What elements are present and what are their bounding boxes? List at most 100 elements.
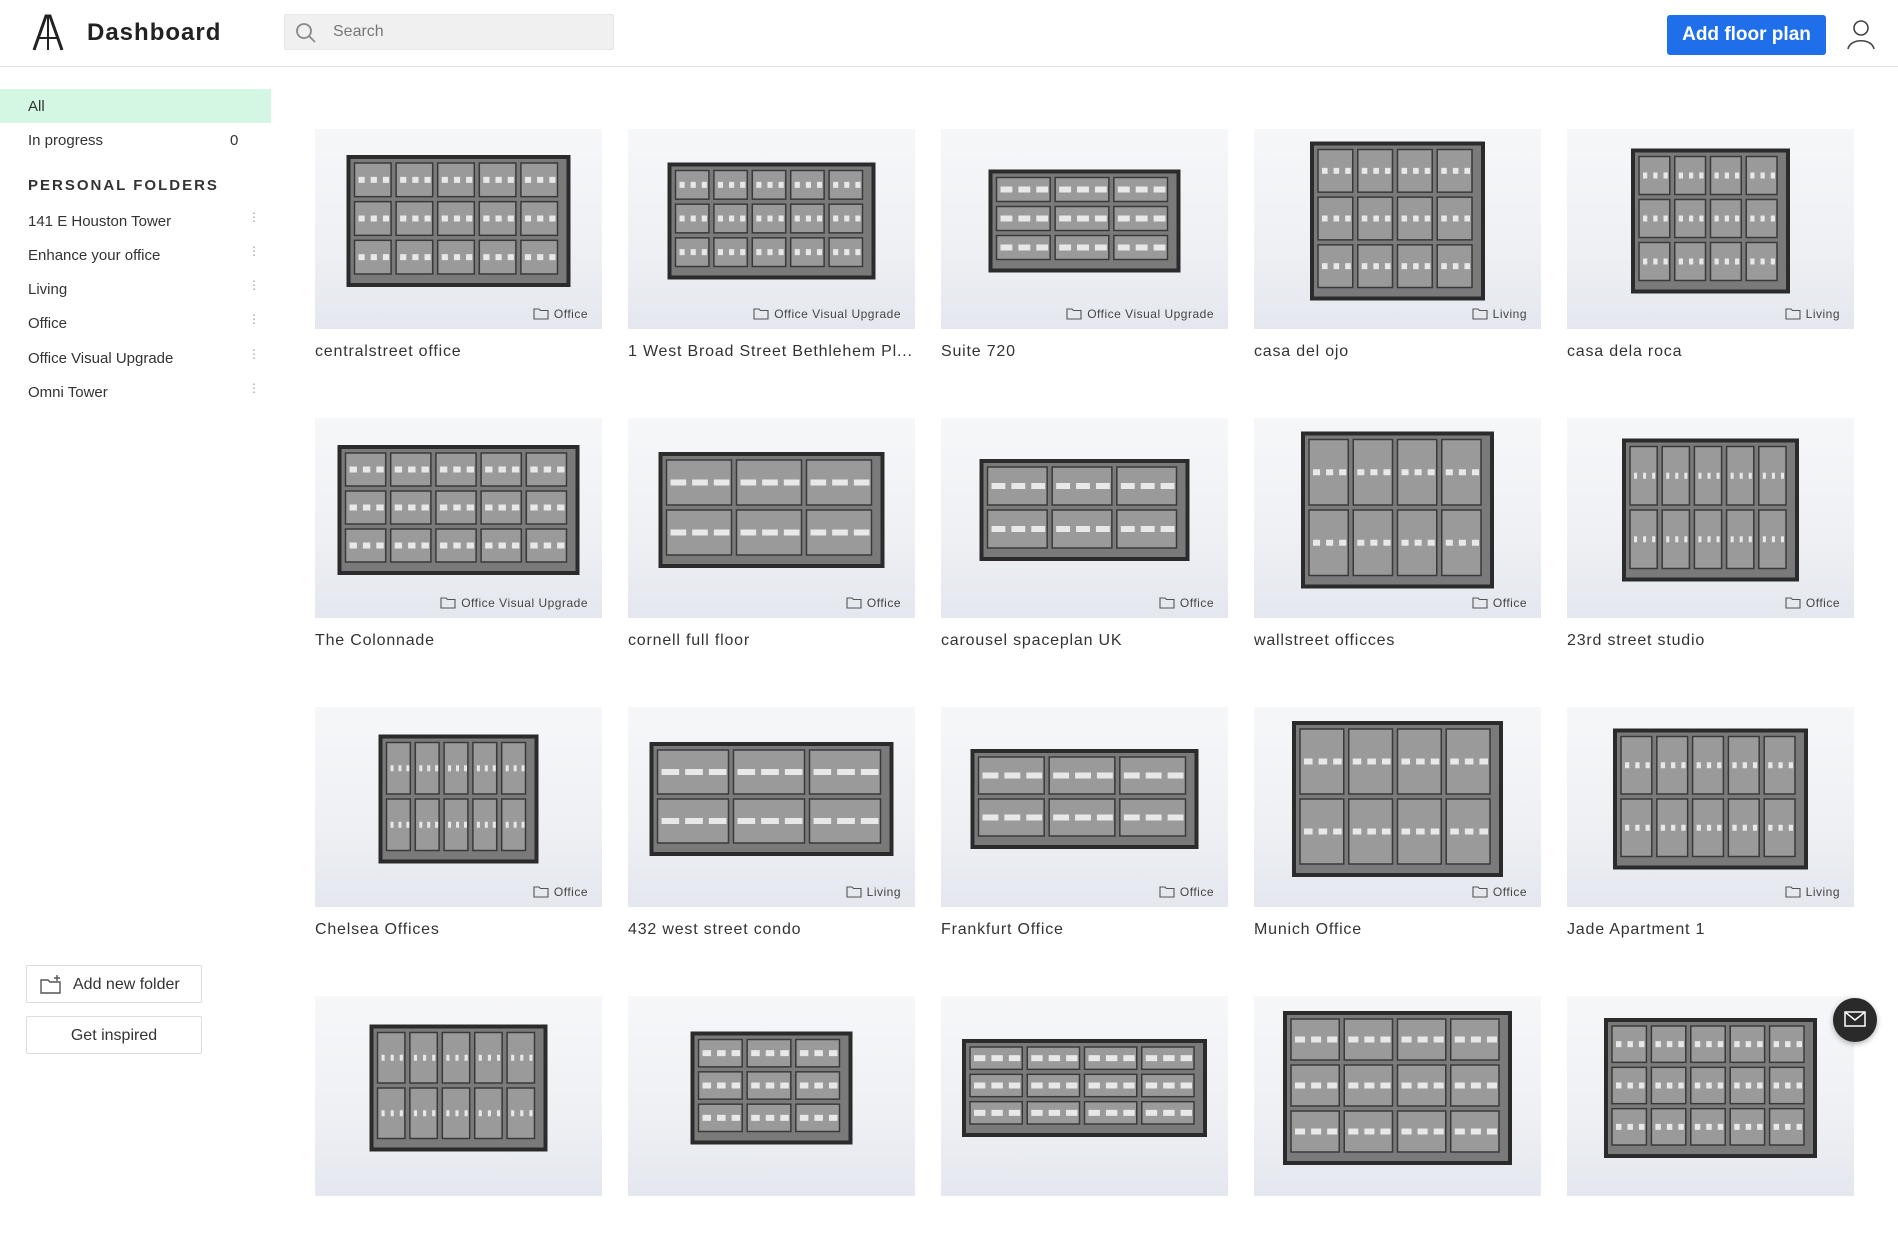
floor-plan-thumbnail[interactable] [1254,996,1541,1196]
folder-item[interactable]: Office ⋮ [0,309,271,339]
folder-tag: Office [1159,885,1214,899]
more-options-icon[interactable]: ⋮ [248,382,260,402]
floor-plan-image [979,459,1190,561]
user-profile-icon[interactable] [1846,18,1876,50]
floor-plan-title[interactable]: casa del ojo [1254,343,1541,361]
folder-item[interactable]: Office Visual Upgrade ⋮ [0,344,271,374]
floor-plan-card[interactable]: Office cornell full floor [628,418,915,658]
floor-plan-thumbnail[interactable]: Office [941,707,1228,907]
floor-plan-thumbnail[interactable] [628,996,915,1196]
floor-plan-thumbnail[interactable] [1567,996,1854,1196]
mail-icon [1844,1011,1866,1027]
floor-plan-card[interactable]: Living casa del ojo [1254,129,1541,369]
floor-plan-card[interactable]: Office carousel spaceplan UK [941,418,1228,658]
more-options-icon[interactable]: ⋮ [248,348,260,368]
floor-plan-title[interactable]: 23rd street studio [1567,632,1854,650]
floor-plan-card[interactable] [1254,996,1541,1236]
floor-plan-thumbnail[interactable]: Office [1254,707,1541,907]
floor-plan-title[interactable]: 432 west street condo [628,921,915,939]
floor-plan-title[interactable]: Suite 720 [941,343,1228,361]
floor-plan-card[interactable]: Office Chelsea Offices [315,707,602,947]
floor-plan-thumbnail[interactable] [315,996,602,1196]
floor-plan-card[interactable] [1567,996,1854,1236]
folder-item[interactable]: Living ⋮ [0,275,271,305]
floor-plan-thumbnail[interactable] [941,996,1228,1196]
floor-plan-card[interactable] [315,996,602,1236]
floor-plan-card[interactable]: Office Visual Upgrade 1 West Broad Street… [628,129,915,369]
floor-plan-thumbnail[interactable]: Office Visual Upgrade [315,418,602,618]
floor-plan-title[interactable]: Chelsea Offices [315,921,602,939]
add-new-folder-button[interactable]: Add new folder [26,965,202,1003]
floor-plan-card[interactable] [941,996,1228,1236]
floor-plan-title[interactable]: 1 West Broad Street Bethlehem Pl... [628,343,915,361]
floor-plan-thumbnail[interactable]: Living [628,707,915,907]
folder-tag-label: Office [866,596,901,610]
floor-plan-card[interactable]: Office Visual Upgrade The Colonnade [315,418,602,658]
floor-plan-thumbnail[interactable]: Office [1567,418,1854,618]
floor-plan-thumbnail[interactable]: Office [315,129,602,329]
more-options-icon[interactable]: ⋮ [248,211,260,231]
folder-tag-label: Office [1492,596,1527,610]
floor-plan-image [1613,728,1808,870]
more-options-icon[interactable]: ⋮ [248,313,260,333]
page-title: Dashboard [87,19,222,46]
floor-plan-card[interactable]: Office centralstreet office [315,129,602,369]
floor-plan-thumbnail[interactable]: Living [1567,129,1854,329]
floor-plan-thumbnail[interactable]: Living [1254,129,1541,329]
sidebar: All In progress 0 PERSONAL FOLDERS 141 E… [0,67,271,1062]
floor-plan-title[interactable]: carousel spaceplan UK [941,632,1228,650]
floor-plan-image [649,742,894,856]
floor-plan-title[interactable]: Jade Apartment 1 [1567,921,1854,939]
floor-plan-title[interactable]: casa dela roca [1567,343,1854,361]
folder-tag: Living [1785,307,1840,321]
floor-plan-thumbnail[interactable]: Office [941,418,1228,618]
floor-plan-image [962,1039,1207,1137]
floor-plan-card[interactable]: Office Visual Upgrade Suite 720 [941,129,1228,369]
floor-plan-thumbnail[interactable]: Office [315,707,602,907]
floor-plan-title[interactable]: cornell full floor [628,632,915,650]
nav-item-in-progress[interactable]: In progress 0 [0,123,271,157]
search-box[interactable] [284,14,614,50]
folder-tag-label: Office [553,885,588,899]
floor-plan-thumbnail[interactable]: Living [1567,707,1854,907]
folder-icon [1785,308,1801,320]
folder-label: Enhance your office [28,247,161,264]
floor-plan-thumbnail[interactable]: Office Visual Upgrade [941,129,1228,329]
more-options-icon[interactable]: ⋮ [248,245,260,265]
folder-item[interactable]: 141 E Houston Tower ⋮ [0,207,271,237]
floor-plan-title[interactable]: Frankfurt Office [941,921,1228,939]
floor-plan-card[interactable]: Office wallstreet officces [1254,418,1541,658]
folder-item[interactable]: Omni Tower ⋮ [0,378,271,408]
floor-plan-card[interactable]: Living Jade Apartment 1 [1567,707,1854,947]
floor-plan-title[interactable]: centralstreet office [315,343,602,361]
floor-plan-card[interactable]: Living 432 west street condo [628,707,915,947]
floor-plan-thumbnail[interactable]: Office Visual Upgrade [628,129,915,329]
folder-icon [1785,597,1801,609]
floor-plan-card[interactable]: Office Frankfurt Office [941,707,1228,947]
app-logo-icon[interactable] [28,10,68,54]
floor-plan-grid: Office centralstreet office Office Visual … [315,129,1855,1196]
floor-plan-title[interactable]: The Colonnade [315,632,602,650]
floor-plan-card[interactable]: Living casa dela roca [1567,129,1854,369]
add-floor-plan-button[interactable]: Add floor plan [1667,15,1826,55]
floor-plan-image [378,734,539,864]
floor-plan-image [690,1031,853,1145]
floor-plan-card[interactable] [628,996,915,1236]
nav-item-all[interactable]: All [0,89,271,123]
floor-plan-image [988,169,1181,273]
folder-icon [533,886,549,898]
search-input[interactable] [333,15,603,49]
floor-plan-thumbnail[interactable]: Office [1254,418,1541,618]
folder-tag-label: Office [1805,596,1840,610]
floor-plan-thumbnail[interactable]: Office [628,418,915,618]
chat-button[interactable] [1833,998,1877,1042]
floor-plan-card[interactable]: Office 23rd street studio [1567,418,1854,658]
get-inspired-button[interactable]: Get inspired [26,1016,202,1054]
more-options-icon[interactable]: ⋮ [248,279,260,299]
floor-plan-card[interactable]: Office Munich Office [1254,707,1541,947]
floor-plan-title[interactable]: Munich Office [1254,921,1541,939]
folder-tag-label: Living [1805,885,1840,899]
folder-tag-label: Living [866,885,901,899]
floor-plan-title[interactable]: wallstreet officces [1254,632,1541,650]
folder-item[interactable]: Enhance your office ⋮ [0,241,271,271]
